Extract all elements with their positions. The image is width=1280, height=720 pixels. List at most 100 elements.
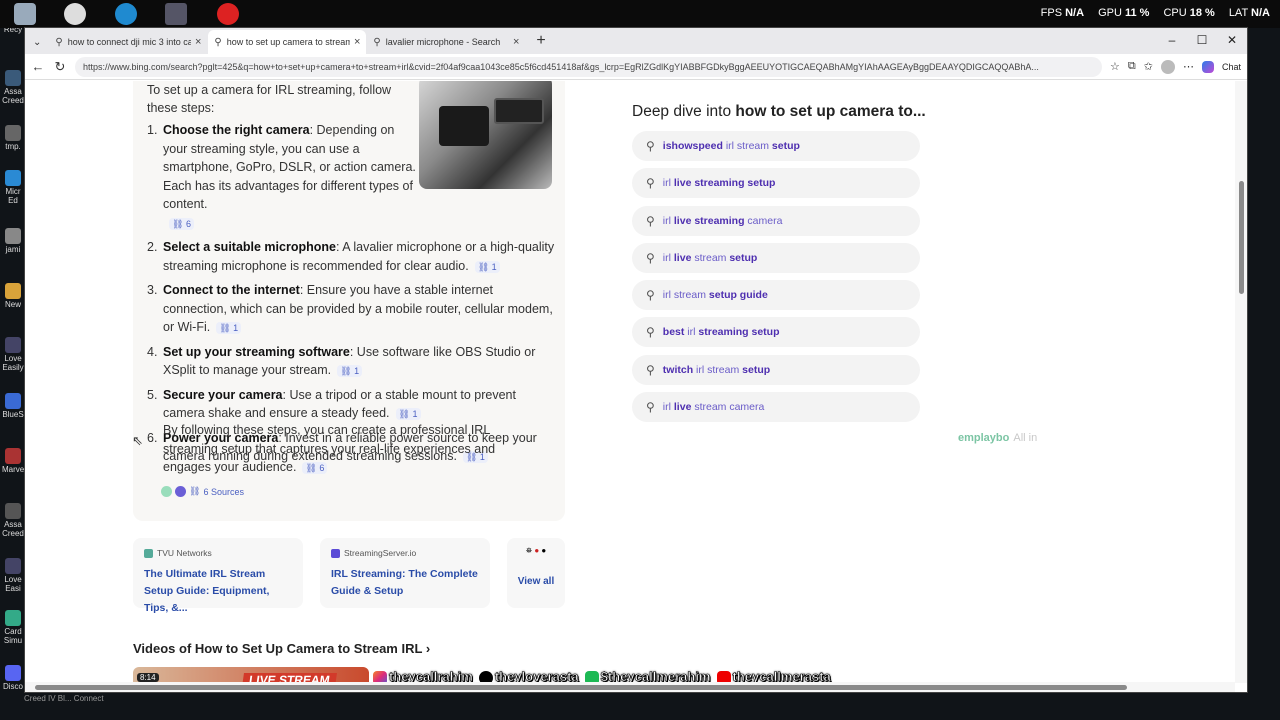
horizontal-scrollbar[interactable]	[25, 682, 1235, 692]
search-icon: ⚲	[646, 176, 655, 191]
tab-camera-stream[interactable]: ⚲ how to set up camera to stream irl ×	[208, 30, 367, 54]
related-search-text: stream	[691, 251, 730, 264]
favorites-icon[interactable]: ✩	[1144, 60, 1153, 73]
related-search-text: streaming setup	[698, 326, 780, 339]
new-tab-button[interactable]: +	[526, 30, 555, 54]
step-item: 2. Select a suitable microphone: A lavali…	[147, 240, 555, 273]
top-taskbar: FPS N/A GPU 11 % CPU 18 % LAT N/A	[0, 0, 1280, 28]
related-search-text: twitch	[662, 363, 694, 376]
more-menu-icon[interactable]: ⋯	[1183, 60, 1194, 73]
citation-link[interactable]: ⛓ 1	[337, 365, 363, 377]
video-thumbnail[interactable]: 8:14 LIVE STREAM	[133, 667, 369, 683]
related-search-text: camera	[744, 214, 783, 227]
related-search-item[interactable]: ⚲ irl stream setup guide	[632, 280, 920, 311]
scrollbar-thumb[interactable]	[1239, 181, 1244, 294]
related-search-item[interactable]: ⚲ ishowspeed irl stream setup	[632, 131, 920, 161]
desktop-icon[interactable]: Marve	[2, 448, 24, 474]
desktop-icon[interactable]: BlueS	[2, 393, 24, 419]
opera-icon[interactable]	[217, 3, 239, 25]
view-all-sources-button[interactable]: ⛯ ● ● View all	[507, 538, 565, 608]
app-icon[interactable]	[64, 3, 86, 25]
extensions-icon[interactable]: ⧉	[1128, 60, 1136, 73]
maximize-button[interactable]: ☐	[1187, 28, 1217, 52]
step-item: 1. Choose the right camera: Depending on …	[147, 123, 416, 230]
citation-link[interactable]: ⛓ 1	[474, 260, 500, 273]
citation-link[interactable]: ⛓ 6	[169, 217, 194, 230]
source-card-headline[interactable]: The Ultimate IRL Stream Setup Guide: Equ…	[144, 566, 292, 617]
stream-overlay-socials: theycallrahim theyloverasta $theycallmer…	[373, 669, 831, 683]
videos-heading[interactable]: Videos of How to Set Up Camera to Stream…	[133, 641, 430, 656]
edge-icon[interactable]	[115, 3, 137, 25]
profile-avatar[interactable]	[1160, 59, 1175, 74]
scrollbar-thumb[interactable]	[35, 685, 1127, 690]
desktop-icon-edge[interactable]: Micr Ed	[2, 170, 24, 205]
step-item: 4. Set up your streaming software: Use so…	[147, 344, 536, 377]
site-favicon-icon	[331, 548, 340, 558]
desktop-icon[interactable]: Assa Creed	[2, 503, 24, 538]
citation-link[interactable]: ⛓ 1	[216, 322, 242, 334]
chevron-right-icon: ›	[425, 641, 431, 656]
recycle-bin-icon[interactable]	[14, 3, 36, 25]
vertical-scrollbar[interactable]	[1235, 81, 1247, 683]
related-search-item[interactable]: ⚲ irl live stream camera	[632, 392, 920, 423]
desktop-icon[interactable]: Love Easily	[2, 337, 24, 372]
related-search-text: ishowspeed	[662, 140, 723, 152]
desktop-icon[interactable]: New	[2, 283, 24, 309]
desktop-icon[interactable]: tmp.	[2, 125, 24, 151]
desktop-icon[interactable]: Assa Creed	[2, 70, 24, 105]
related-search-item[interactable]: ⚲ best irl streaming setup	[632, 317, 920, 348]
steps-list: 1. Choose the right camera: Depending on …	[147, 121, 557, 472]
answer-outro: By following these steps, you can create…	[163, 423, 496, 474]
desktop-icon[interactable]: Love Easi	[2, 558, 24, 593]
sources-button[interactable]: ⛓ 6 Sources	[161, 486, 244, 497]
related-search-item[interactable]: ⚲ twitch irl stream setup	[632, 354, 920, 385]
related-search-text: stream camera	[691, 401, 765, 414]
related-search-text: irl	[662, 251, 674, 264]
desktop-icon[interactable]: Disco	[2, 665, 24, 691]
search-icon: ⚲	[646, 139, 655, 153]
search-icon: ⚲	[55, 36, 63, 48]
step-item: 3. Connect to the internet: Ensure you ha…	[147, 283, 553, 334]
performance-overlay: FPS N/A GPU 11 % CPU 18 % LAT N/A	[1040, 7, 1270, 19]
related-search-text: setup guide	[708, 289, 768, 302]
related-search-text: setup	[742, 363, 771, 376]
minimize-button[interactable]: –	[1157, 28, 1187, 52]
related-search-item[interactable]: ⚲ irl live streaming camera	[632, 205, 920, 236]
citation-link[interactable]: ⛓ 6	[302, 462, 328, 474]
chat-button[interactable]: Chat	[1222, 62, 1241, 72]
related-search-item[interactable]: ⚲ irl live stream setup	[632, 242, 920, 273]
citation-link[interactable]: ⛓ 1	[395, 408, 421, 420]
app-icon[interactable]	[165, 3, 187, 25]
refresh-button[interactable]: ↻	[53, 59, 67, 75]
favorite-star-icon[interactable]: ☆	[1110, 60, 1120, 73]
watermark: emplaybo All in	[958, 432, 1038, 444]
back-button[interactable]: ←	[31, 59, 45, 74]
copilot-icon[interactable]	[1201, 60, 1214, 73]
related-search-text: live	[673, 251, 692, 264]
related-search-text: setup	[771, 140, 800, 152]
close-window-button[interactable]: ✕	[1217, 28, 1247, 52]
related-search-text: best	[662, 326, 685, 339]
desktop-icon[interactable]: jami	[2, 228, 24, 254]
related-search-item[interactable]: ⚲ irl live streaming setup	[632, 168, 920, 199]
related-search-text: irl	[662, 177, 674, 190]
address-bar[interactable]: https://www.bing.com/search?pglt=425&q=h…	[75, 56, 1103, 77]
source-favicons-icon: ⛯ ● ●	[525, 546, 547, 555]
search-icon: ⚲	[646, 362, 655, 377]
step-item: 5. Secure your camera: Use a tripod or a …	[147, 387, 516, 420]
desktop-icon[interactable]: Card Simu	[2, 610, 24, 645]
tab-actions-chevron-icon[interactable]: ⌄	[33, 37, 41, 48]
tab-dji-mic[interactable]: ⚲how to connect dji mic 3 into camera×	[49, 30, 207, 54]
close-icon[interactable]: ×	[195, 36, 201, 48]
deep-dive-heading: Deep dive into how to set up camera to..…	[632, 103, 926, 120]
close-icon[interactable]: ×	[354, 36, 360, 48]
copilot-answer-card: To set up a camera for IRL streaming, fo…	[133, 81, 565, 521]
site-favicon-icon	[144, 548, 153, 558]
tab-lavalier[interactable]: ⚲ lavalier microphone - Search ×	[367, 30, 525, 54]
source-favicon-icon	[161, 486, 172, 497]
source-card-streamingserver[interactable]: StreamingServer.io IRL Streaming: The Co…	[320, 538, 490, 608]
source-card-tvu[interactable]: TVU Networks The Ultimate IRL Stream Set…	[133, 538, 303, 614]
source-card-headline[interactable]: IRL Streaming: The Complete Guide & Setu…	[331, 566, 479, 600]
close-icon[interactable]: ×	[513, 36, 519, 48]
related-search-text: irl	[662, 214, 674, 227]
